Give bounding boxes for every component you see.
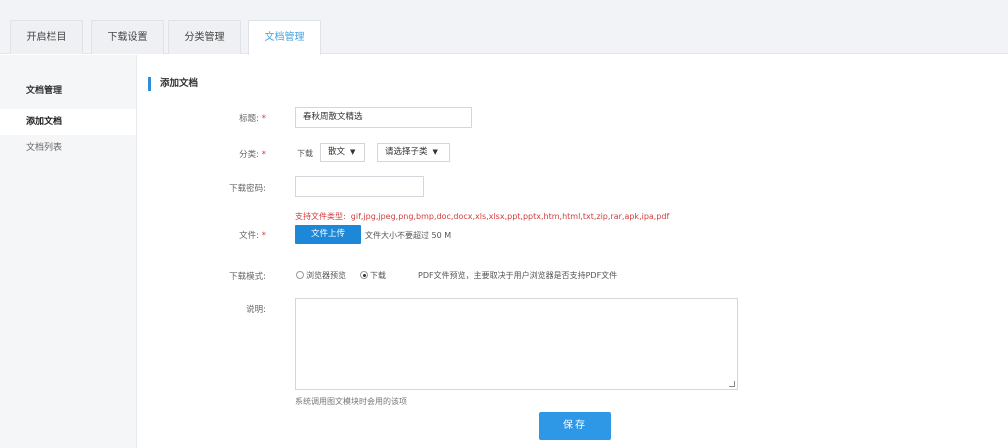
description-label: 说明: — [246, 305, 266, 315]
subcategory-select[interactable]: 请选择子类 ▼ — [377, 143, 450, 162]
chevron-down-icon: ▼ — [432, 148, 438, 156]
radio-browser-preview[interactable] — [296, 271, 304, 279]
radio-download-label: 下载 — [370, 271, 386, 280]
file-types-text: 支持文件类型: gif,jpg,jpeg,png,bmp,doc,docx,xl… — [295, 212, 670, 221]
sidebar-item-add-document[interactable]: 添加文档 — [0, 109, 136, 135]
tab-document-management[interactable]: 文档管理 — [248, 20, 321, 55]
download-password-input[interactable] — [295, 176, 424, 197]
chevron-down-icon: ▼ — [350, 148, 356, 156]
description-textarea[interactable] — [295, 298, 738, 390]
tab-category-management[interactable]: 分类管理 — [168, 20, 241, 54]
sidebar-item-document-list[interactable]: 文档列表 — [0, 135, 136, 161]
resize-handle-icon[interactable] — [729, 381, 735, 387]
top-tab-bar: 开启栏目 下载设置 分类管理 文档管理 — [0, 0, 1008, 55]
page-title: 添加文档 — [148, 77, 198, 91]
download-mode-note: PDF文件预览，主要取决于用户浏览器是否支持PDF文件 — [418, 271, 618, 280]
radio-download[interactable] — [360, 271, 368, 279]
tab-open-column[interactable]: 开启栏目 — [10, 20, 83, 54]
radio-browser-preview-label: 浏览器预览 — [306, 271, 346, 280]
category-label: 分类: * — [239, 150, 266, 160]
tab-download-settings[interactable]: 下载设置 — [91, 20, 164, 54]
download-password-label: 下载密码: — [229, 184, 266, 194]
file-upload-button[interactable]: 文件上传 — [295, 225, 361, 244]
description-hint: 系统调用图文模块时会用的该项 — [295, 397, 407, 406]
download-mode-label: 下载模式: — [229, 272, 266, 282]
save-button[interactable]: 保存 — [539, 412, 611, 440]
category-prefix: 下载 — [297, 149, 313, 158]
sidebar-title: 文档管理 — [26, 86, 63, 96]
file-size-limit: 文件大小不要超过 50 M — [365, 231, 452, 240]
category-select[interactable]: 散文 ▼ — [320, 143, 365, 162]
title-input[interactable]: 春秋周散文精选 — [295, 107, 472, 128]
title-label: 标题: * — [239, 114, 266, 124]
sidebar: 文档管理 添加文档 文档列表 — [0, 55, 137, 448]
file-label: 文件: * — [239, 231, 266, 241]
